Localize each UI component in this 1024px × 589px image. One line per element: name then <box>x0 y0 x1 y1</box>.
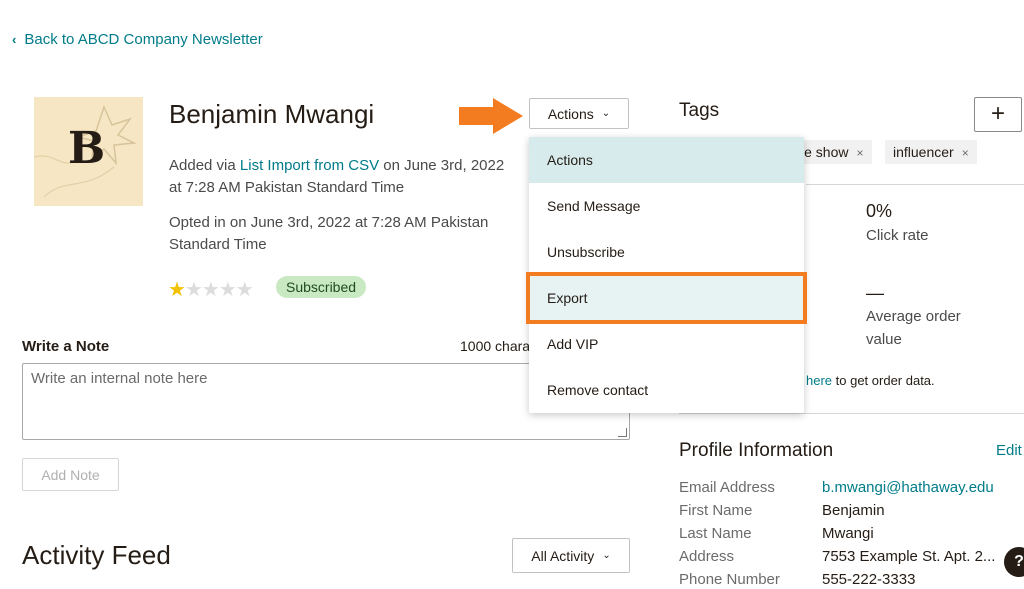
field-value-last-name: Mwangi <box>822 525 874 542</box>
chevron-down-icon: ⌄ <box>602 550 611 561</box>
orders-hint: here to get order data. <box>806 373 935 388</box>
field-label-last-name: Last Name <box>679 525 752 542</box>
close-icon[interactable]: × <box>962 146 969 160</box>
star-icon[interactable]: ★ <box>168 279 186 301</box>
note-label: Write a Note <box>22 338 110 355</box>
orders-text: to get order data. <box>832 373 935 388</box>
field-label-phone: Phone Number <box>679 571 780 588</box>
menu-item-add-vip[interactable]: Add VIP <box>529 321 804 367</box>
menu-item-remove-contact[interactable]: Remove contact <box>529 367 804 413</box>
divider <box>806 184 1024 185</box>
star-rating[interactable]: ★★★★★ <box>168 277 254 302</box>
close-icon[interactable]: × <box>856 146 863 160</box>
menu-item-actions[interactable]: Actions <box>529 137 804 183</box>
add-note-button[interactable]: Add Note <box>22 458 119 491</box>
status-badge: Subscribed <box>276 276 367 298</box>
added-prefix: Added via <box>169 157 240 174</box>
chevron-left-icon: ‹ <box>12 32 17 47</box>
activity-feed-title: Activity Feed <box>22 540 171 570</box>
avatar: B <box>34 97 143 206</box>
menu-item-send-message[interactable]: Send Message <box>529 183 804 229</box>
menu-item-export[interactable]: Export <box>526 272 807 324</box>
aov-label: Average order value <box>866 308 961 348</box>
chevron-down-icon: ⌄ <box>601 108 611 119</box>
character-count: 1000 characters <box>460 338 530 354</box>
opted-in-text: Opted in on June 3rd, 2022 at 7:28 AM Pa… <box>169 214 489 253</box>
activity-filter-dropdown[interactable]: All Activity ⌄ <box>512 538 630 573</box>
click-rate-value: 0% <box>866 201 893 221</box>
actions-menu: Actions Send Message Unsubscribe Export … <box>526 137 807 413</box>
orders-link[interactable]: here <box>806 373 832 388</box>
star-icon[interactable]: ★ <box>236 279 254 301</box>
back-link-label: Back to ABCD Company Newsletter <box>24 31 263 48</box>
field-label-first-name: First Name <box>679 502 753 519</box>
star-icon[interactable]: ★ <box>185 279 203 301</box>
field-value-address: 7553 Example St. Apt. 2... <box>822 548 996 565</box>
help-icon[interactable]: ? <box>1004 547 1024 577</box>
actions-dropdown-button[interactable]: Actions ⌄ <box>529 98 629 129</box>
click-rate-label: Click rate <box>866 227 929 244</box>
actions-button-label: Actions <box>547 105 594 122</box>
avatar-letter: B <box>68 123 106 174</box>
resize-handle-icon[interactable] <box>618 428 627 437</box>
field-label-email: Email Address <box>679 479 775 496</box>
tags-title: Tags <box>679 100 720 121</box>
field-value-email[interactable]: b.mwangi@hathaway.edu <box>822 479 994 496</box>
import-source-link[interactable]: List Import from CSV <box>240 157 379 174</box>
arrow-right-icon <box>459 98 523 134</box>
added-via-text: Added via List Import from CSV on June 3… <box>169 155 509 199</box>
star-icon[interactable]: ★ <box>202 279 220 301</box>
tag-chip: influencer × <box>885 140 977 164</box>
contact-name: Benjamin Mwangi <box>169 99 375 129</box>
note-placeholder: Write an internal note here <box>31 370 208 387</box>
menu-item-unsubscribe[interactable]: Unsubscribe <box>529 229 804 275</box>
field-value-phone: 555-222-3333 <box>822 571 916 588</box>
back-link[interactable]: ‹ Back to ABCD Company Newsletter <box>12 31 263 48</box>
activity-filter-label: All Activity <box>531 547 595 564</box>
edit-profile-link[interactable]: Edit <box>996 442 1022 459</box>
add-tag-button[interactable]: + <box>974 97 1022 132</box>
aov-value: — <box>866 283 884 303</box>
star-icon[interactable]: ★ <box>219 279 237 301</box>
divider <box>679 413 1024 414</box>
field-label-address: Address <box>679 548 735 565</box>
tag-label: influencer <box>893 144 954 160</box>
profile-info-title: Profile Information <box>679 440 834 461</box>
field-value-first-name: Benjamin <box>822 502 885 519</box>
